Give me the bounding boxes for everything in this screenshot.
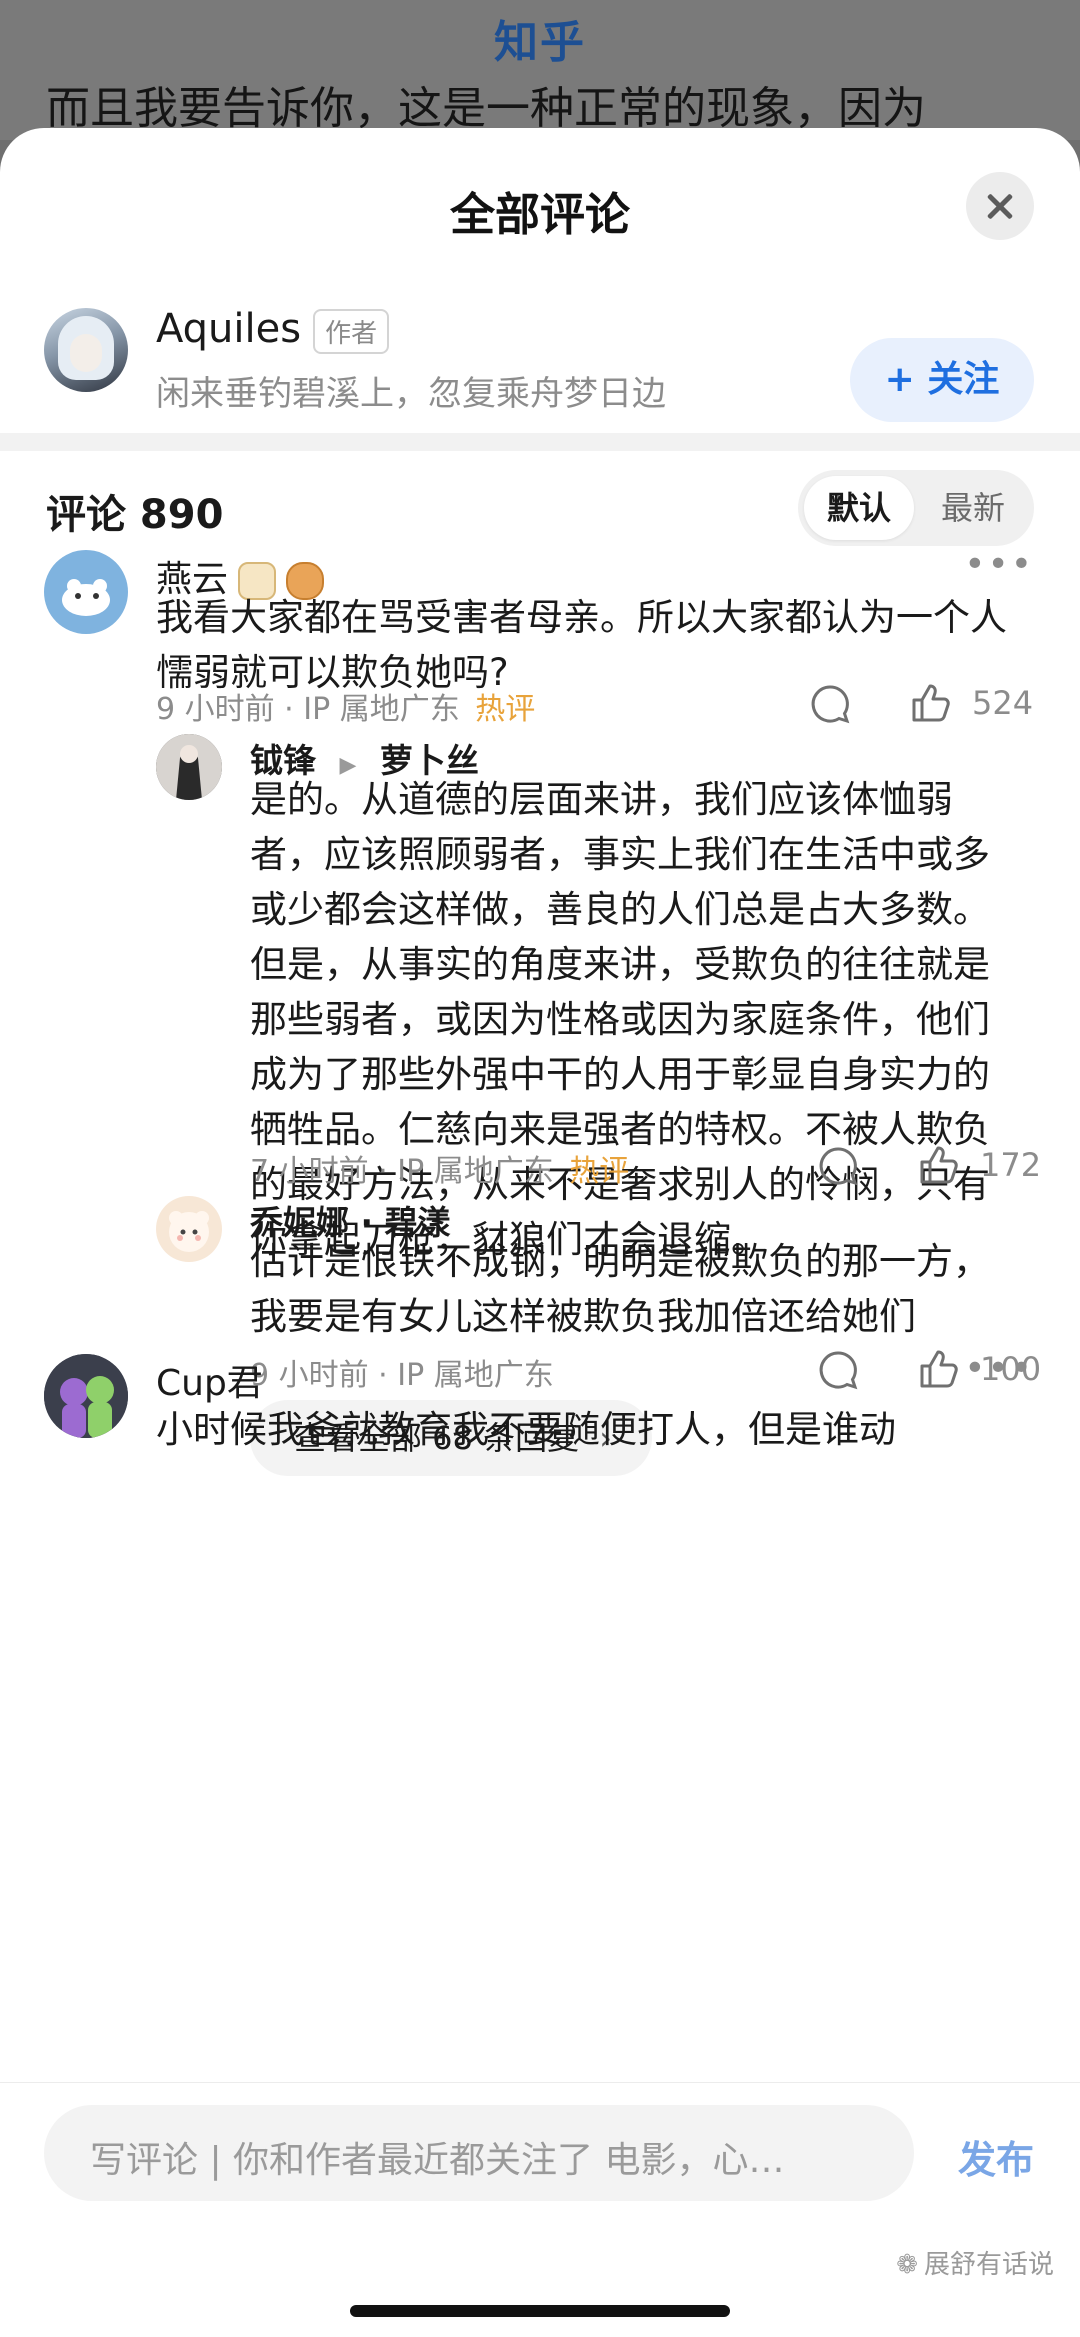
section-divider — [0, 433, 1080, 451]
author-row: Aquiles 作者 闲来垂钓碧溪上，忽复乘舟梦日边 + 关注 — [0, 298, 1080, 428]
user-avatar[interactable] — [156, 1196, 222, 1262]
close-icon[interactable] — [966, 172, 1034, 240]
zhihu-logo: 知乎 — [494, 17, 586, 68]
comment-input-bar: 写评论 | 你和作者最近都关注了 电影，心… 发布 ❁ 展舒有话说 — [0, 2082, 1080, 2337]
comment-meta: 9 小时前 · IP 属地广东 热评 — [156, 684, 535, 728]
watermark-text: 展舒有话说 — [923, 2250, 1054, 2280]
watermark: ❁ 展舒有话说 — [896, 2244, 1054, 2281]
comment-time: 9 小时前 — [156, 692, 275, 727]
comment-input-placeholder: 写评论 | 你和作者最近都关注了 电影，心… — [90, 2140, 785, 2181]
comments-sheet: 全部评论 Aquiles 作者 闲来垂钓碧溪上，忽复乘舟梦日边 + 关注 评论 8… — [0, 128, 1080, 2337]
article-backdrop: 知乎 而且我要告诉你，这是一种正常的现象，因为 — [0, 0, 1080, 140]
author-signature: 闲来垂钓碧溪上，忽复乘舟梦日边 — [156, 374, 666, 414]
user-avatar[interactable] — [44, 550, 128, 634]
author-name-text: Aquiles — [156, 306, 302, 352]
like-icon[interactable] — [906, 678, 954, 726]
article-text-line: 而且我要告诉你，这是一种正常的现象，因为 — [46, 83, 926, 134]
user-avatar[interactable] — [44, 1354, 128, 1438]
wechat-icon: ❁ — [896, 2250, 918, 2280]
like-icon[interactable] — [914, 1140, 962, 1188]
comment-item: 燕云 ••• 我看大家都在骂受害者母亲。所以大家都认为一个人懦弱就可以欺负她吗?… — [0, 544, 1080, 1430]
sort-default-tab[interactable]: 默认 — [804, 476, 914, 540]
more-options-icon[interactable]: ••• — [964, 544, 1034, 585]
like-count: 172 — [980, 1146, 1042, 1184]
like-count: 524 — [972, 684, 1034, 722]
sort-toggle: 默认 最新 — [798, 470, 1034, 546]
reply-text: 是的。从道德的层面来讲，我们应该体恤弱者，应该照顾弱者，事实上我们在生活中或多或… — [250, 778, 990, 1261]
home-indicator — [350, 2305, 730, 2317]
reply-ip: · IP 属地广东 — [378, 1154, 554, 1189]
reply-icon[interactable] — [808, 682, 852, 726]
author-name[interactable]: Aquiles 作者 — [156, 306, 390, 354]
more-options-icon[interactable]: ••• — [964, 1348, 1034, 1389]
reply-time: 7 小时前 — [250, 1154, 369, 1189]
author-avatar[interactable] — [44, 308, 128, 392]
reply-text: 估计是恨铁不成钢，明明是被欺负的那一方，我要是有女儿这样被欺负我加倍还给她们 — [250, 1240, 990, 1338]
author-tag: 作者 — [313, 308, 390, 354]
reply-meta: 7 小时前 · IP 属地广东 热评 — [250, 1146, 629, 1190]
comments-count: 评论 890 — [46, 492, 224, 538]
comment-item: Cup君 ••• 小时候我爸就教育我不要随便打人，但是谁动 — [0, 1348, 1080, 1474]
sort-latest-tab[interactable]: 最新 — [918, 476, 1028, 540]
comments-header: 评论 890 默认 最新 — [0, 450, 1080, 550]
hot-comment-badge: 热评 — [475, 692, 536, 727]
comment-author-name[interactable]: Cup君 — [156, 1354, 263, 1406]
comment-input[interactable]: 写评论 | 你和作者最近都关注了 电影，心… — [44, 2105, 914, 2201]
sheet-title: 全部评论 — [449, 188, 630, 241]
publish-button[interactable]: 发布 — [958, 2129, 1034, 2184]
comment-text: 小时候我爸就教育我不要随便打人，但是谁动 — [156, 1408, 896, 1451]
user-avatar[interactable] — [156, 734, 222, 800]
follow-button[interactable]: + 关注 — [850, 338, 1034, 422]
comment-ip: · IP 属地广东 — [284, 692, 460, 727]
hot-comment-badge: 热评 — [569, 1154, 630, 1189]
reply-icon[interactable] — [816, 1144, 860, 1188]
